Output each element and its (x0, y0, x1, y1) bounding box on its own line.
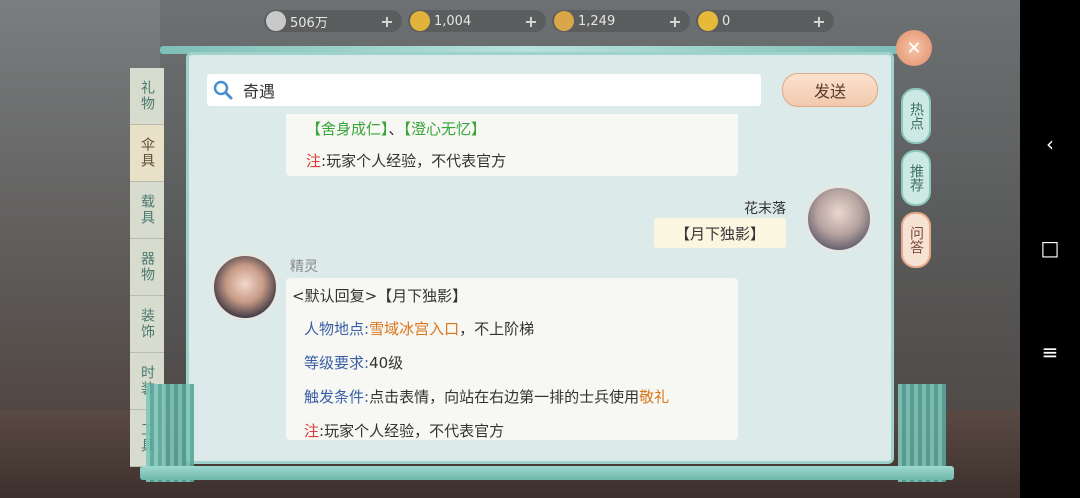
back-icon[interactable]: ‹ (1020, 132, 1080, 156)
bot-row-location: 人物地点:雪域冰宫入口，不上阶梯 (304, 320, 535, 338)
add-silver-button[interactable]: + (378, 12, 396, 31)
currency-ticket: 1,249 + (552, 10, 690, 32)
ticket-icon (554, 11, 574, 31)
currency-ingot: 0 + (696, 10, 834, 32)
ingot-icon (698, 11, 718, 31)
menu-icon[interactable]: ≡ (1020, 340, 1080, 364)
tab-qa[interactable]: 问答 (901, 212, 931, 268)
tab-umbrella[interactable]: 伞具 (130, 125, 164, 182)
home-icon[interactable]: □ (1020, 236, 1080, 260)
currency-gold: 1,004 + (408, 10, 546, 32)
bot-row-level: 等级要求:40级 (304, 354, 404, 372)
tab-vehicle[interactable]: 载具 (130, 182, 164, 239)
send-button[interactable]: 发送 (782, 73, 878, 107)
bottom-rail (140, 466, 954, 480)
tab-recommend[interactable]: 推荐 (901, 150, 931, 206)
add-gold-button[interactable]: + (522, 12, 540, 31)
search-input-value: 奇遇 (243, 82, 276, 101)
tab-gift[interactable]: 礼物 (130, 68, 164, 125)
tab-decoration[interactable]: 装饰 (130, 296, 164, 353)
gold-coin-icon (410, 11, 430, 31)
user-name: 花末落 (744, 201, 786, 217)
bot-message: <默认回复>【月下独影】 人物地点:雪域冰宫入口，不上阶梯 等级要求:40级 触… (286, 278, 738, 440)
tab-hot[interactable]: 热点 (901, 88, 931, 144)
bot-avatar (212, 254, 278, 320)
search-input[interactable]: 奇遇 (207, 74, 761, 106)
currency-silver: 506万 + (264, 10, 402, 32)
bot-note: 注:玩家个人经验，不代表官方 (304, 422, 505, 440)
add-ticket-button[interactable]: + (666, 12, 684, 31)
right-tabs: 热点 推荐 问答 (898, 82, 934, 274)
bot-message-prev: 【舍身成仁】、【澄心无忆】 注:玩家个人经验，不代表官方 (286, 114, 738, 176)
user-message: 【月下独影】 (654, 218, 786, 248)
silver-coin-icon (266, 11, 286, 31)
bot-reply-header: <默认回复>【月下独影】 (292, 287, 468, 305)
user-avatar[interactable] (806, 186, 872, 252)
close-icon[interactable]: ✕ (896, 30, 932, 66)
bot-row-trigger: 触发条件:点击表情，向站在右边第一排的士兵使用敬礼 (304, 388, 670, 406)
tab-item[interactable]: 器物 (130, 239, 164, 296)
android-nav-bar: ‹ □ ≡ (1020, 0, 1080, 498)
bot-name: 精灵 (290, 259, 318, 275)
search-icon (207, 74, 239, 106)
add-ingot-button[interactable]: + (810, 12, 828, 31)
